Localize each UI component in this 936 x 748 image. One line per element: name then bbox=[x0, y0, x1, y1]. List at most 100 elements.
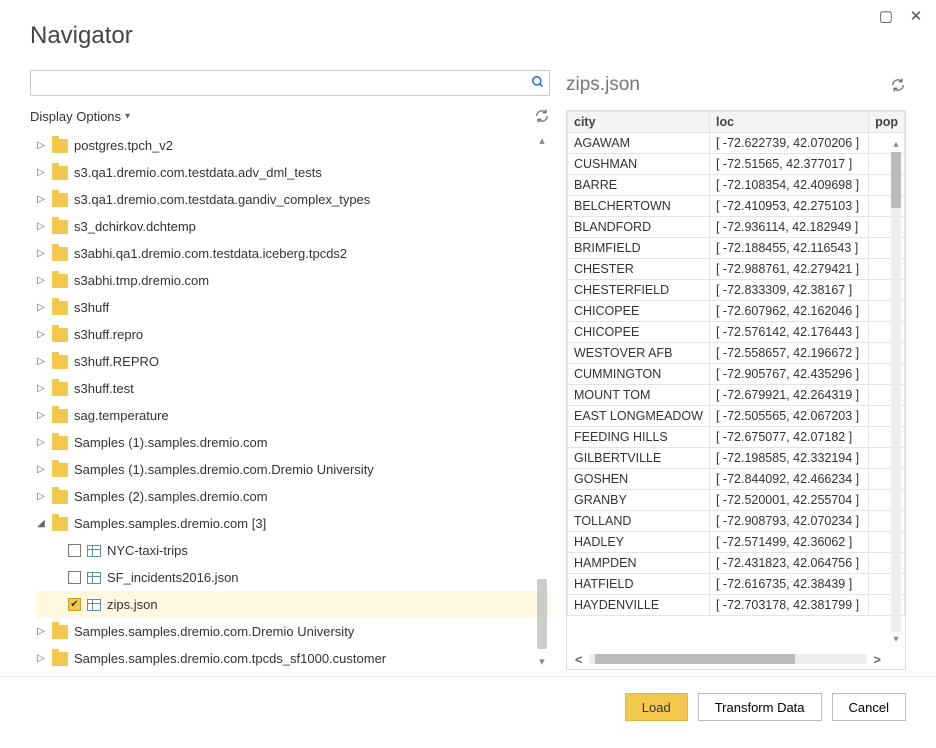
window-maximize-icon[interactable]: ▢ bbox=[878, 8, 894, 24]
expand-caret-icon[interactable]: ▷ bbox=[36, 410, 46, 421]
tree-folder-item[interactable]: ▷sag.temperature bbox=[36, 402, 550, 429]
source-tree[interactable]: ▷postgres.tpch_v2▷s3.qa1.dremio.com.test… bbox=[30, 132, 550, 670]
expand-caret-icon[interactable]: ▷ bbox=[36, 194, 46, 205]
scroll-right-icon[interactable]: > bbox=[867, 652, 887, 667]
tree-folder-item[interactable]: ▷Samples.samples.dremio.com.tpcds_sf1000… bbox=[36, 645, 550, 670]
expand-caret-icon[interactable]: ▷ bbox=[36, 491, 46, 502]
table-row[interactable]: EAST LONGMEADOW[ -72.505565, 42.067203 ] bbox=[568, 406, 905, 427]
tree-table-item[interactable]: zips.json bbox=[36, 591, 550, 618]
table-row[interactable]: CUMMINGTON[ -72.905767, 42.435296 ] bbox=[568, 364, 905, 385]
table-row[interactable]: CHICOPEE[ -72.607962, 42.162046 ] bbox=[568, 301, 905, 322]
select-checkbox[interactable] bbox=[68, 571, 81, 584]
expand-caret-icon[interactable]: ▷ bbox=[36, 653, 46, 664]
scroll-up-icon[interactable]: ▴ bbox=[539, 134, 545, 147]
table-row[interactable]: AGAWAM[ -72.622739, 42.070206 ] bbox=[568, 133, 905, 154]
scroll-left-icon[interactable]: < bbox=[569, 652, 589, 667]
scroll-down-icon[interactable]: ▾ bbox=[893, 634, 898, 645]
search-input[interactable] bbox=[37, 75, 531, 92]
refresh-icon[interactable] bbox=[534, 108, 550, 124]
table-row[interactable]: WESTOVER AFB[ -72.558657, 42.196672 ] bbox=[568, 343, 905, 364]
search-icon[interactable] bbox=[531, 75, 545, 92]
table-row[interactable]: HADLEY[ -72.571499, 42.36062 ] bbox=[568, 532, 905, 553]
expand-caret-icon[interactable]: ▷ bbox=[36, 248, 46, 259]
scrollbar-thumb[interactable] bbox=[537, 579, 547, 649]
tree-item-label: Samples (1).samples.dremio.com.Dremio Un… bbox=[74, 462, 374, 477]
tree-item-label: Samples.samples.dremio.com [3] bbox=[74, 516, 266, 531]
table-row[interactable]: HAMPDEN[ -72.431823, 42.064756 ] bbox=[568, 553, 905, 574]
select-checkbox[interactable] bbox=[68, 598, 81, 611]
cell-loc: [ -72.833309, 42.38167 ] bbox=[709, 280, 868, 301]
tree-table-item[interactable]: SF_incidents2016.json bbox=[36, 564, 550, 591]
tree-folder-item[interactable]: ▷ Samples (1).samples.dremio.com.Dremio U… bbox=[36, 456, 550, 483]
expand-caret-icon[interactable]: ▷ bbox=[36, 167, 46, 178]
preview-refresh-icon[interactable] bbox=[890, 77, 906, 93]
expand-caret-icon[interactable]: ▷ bbox=[36, 356, 46, 367]
tree-folder-item[interactable]: ▷s3huff.repro bbox=[36, 321, 550, 348]
table-row[interactable]: GOSHEN[ -72.844092, 42.466234 ] bbox=[568, 469, 905, 490]
table-row[interactable]: GILBERTVILLE[ -72.198585, 42.332194 ] bbox=[568, 448, 905, 469]
tree-folder-item[interactable]: ▷s3abhi.qa1.dremio.com.testdata.iceberg.… bbox=[36, 240, 550, 267]
cancel-button[interactable]: Cancel bbox=[832, 693, 906, 721]
table-row[interactable]: MOUNT TOM[ -72.679921, 42.264319 ] bbox=[568, 385, 905, 406]
table-row[interactable]: CHESTERFIELD[ -72.833309, 42.38167 ] bbox=[568, 280, 905, 301]
search-box[interactable] bbox=[30, 70, 550, 96]
table-row[interactable]: CUSHMAN[ -72.51565, 42.377017 ] bbox=[568, 154, 905, 175]
cell-loc: [ -72.51565, 42.377017 ] bbox=[709, 154, 868, 175]
tree-folder-item[interactable]: ▷Samples (1).samples.dremio.com bbox=[36, 429, 550, 456]
tree-folder-item[interactable]: ▷postgres.tpch_v2 bbox=[36, 132, 550, 159]
expand-caret-icon[interactable]: ▷ bbox=[36, 302, 46, 313]
preview-hscrollbar[interactable]: < > bbox=[569, 651, 887, 667]
scrollbar-thumb[interactable] bbox=[595, 654, 795, 664]
preview-vscrollbar[interactable]: ▴ ▾ bbox=[889, 139, 903, 645]
tree-item-label: SF_incidents2016.json bbox=[107, 570, 239, 585]
column-header-city[interactable]: city bbox=[568, 112, 710, 133]
tree-folder-item[interactable]: ▷Samples.samples.dremio.com.Dremio Unive… bbox=[36, 618, 550, 645]
scroll-up-icon[interactable]: ▴ bbox=[893, 139, 898, 150]
table-row[interactable]: TOLLAND[ -72.908793, 42.070234 ] bbox=[568, 511, 905, 532]
tree-scrollbar[interactable]: ▴ ▾ bbox=[534, 132, 550, 670]
cell-city: BELCHERTOWN bbox=[568, 196, 710, 217]
expand-caret-icon[interactable]: ▷ bbox=[36, 626, 46, 637]
table-row[interactable]: FEEDING HILLS[ -72.675077, 42.07182 ] bbox=[568, 427, 905, 448]
table-row[interactable]: BRIMFIELD[ -72.188455, 42.116543 ] bbox=[568, 238, 905, 259]
table-row[interactable]: BLANDFORD[ -72.936114, 42.182949 ] bbox=[568, 217, 905, 238]
tree-folder-item[interactable]: ▷s3huff.REPRO bbox=[36, 348, 550, 375]
tree-table-item[interactable]: NYC-taxi-trips bbox=[36, 537, 550, 564]
expand-caret-icon[interactable]: ▷ bbox=[36, 383, 46, 394]
table-row[interactable]: CHICOPEE[ -72.576142, 42.176443 ] bbox=[568, 322, 905, 343]
preview-grid[interactable]: citylocpop AGAWAM[ -72.622739, 42.070206… bbox=[567, 111, 905, 616]
tree-folder-item[interactable]: ◢ Samples.samples.dremio.com [3] bbox=[36, 510, 550, 537]
table-row[interactable]: BARRE[ -72.108354, 42.409698 ] bbox=[568, 175, 905, 196]
tree-folder-item[interactable]: ▷s3_dchirkov.dchtemp bbox=[36, 213, 550, 240]
column-header-pop[interactable]: pop bbox=[869, 112, 905, 133]
tree-folder-item[interactable]: ▷s3huff bbox=[36, 294, 550, 321]
window-close-icon[interactable]: ✕ bbox=[908, 8, 924, 24]
table-row[interactable]: GRANBY[ -72.520001, 42.255704 ] bbox=[568, 490, 905, 511]
column-header-loc[interactable]: loc bbox=[709, 112, 868, 133]
folder-icon bbox=[52, 166, 68, 180]
scroll-down-icon[interactable]: ▾ bbox=[539, 655, 545, 668]
tree-folder-item[interactable]: ▷s3.qa1.dremio.com.testdata.adv_dml_test… bbox=[36, 159, 550, 186]
expand-caret-icon[interactable]: ▷ bbox=[36, 329, 46, 340]
expand-caret-icon[interactable]: ▷ bbox=[36, 275, 46, 286]
expand-caret-icon[interactable]: ◢ bbox=[36, 518, 46, 529]
expand-caret-icon[interactable]: ▷ bbox=[36, 437, 46, 448]
tree-folder-item[interactable]: ▷Samples (2).samples.dremio.com bbox=[36, 483, 550, 510]
folder-icon bbox=[52, 436, 68, 450]
load-button[interactable]: Load bbox=[625, 693, 688, 721]
scrollbar-thumb[interactable] bbox=[891, 152, 901, 208]
display-options-dropdown[interactable]: Display Options ▾ bbox=[30, 109, 130, 124]
tree-folder-item[interactable]: ▷s3.qa1.dremio.com.testdata.gandiv_compl… bbox=[36, 186, 550, 213]
expand-caret-icon[interactable]: ▷ bbox=[36, 221, 46, 232]
table-row[interactable]: BELCHERTOWN[ -72.410953, 42.275103 ] bbox=[568, 196, 905, 217]
tree-folder-item[interactable]: ▷s3huff.test bbox=[36, 375, 550, 402]
cell-loc: [ -72.108354, 42.409698 ] bbox=[709, 175, 868, 196]
table-row[interactable]: HATFIELD[ -72.616735, 42.38439 ] bbox=[568, 574, 905, 595]
table-row[interactable]: CHESTER[ -72.988761, 42.279421 ] bbox=[568, 259, 905, 280]
tree-folder-item[interactable]: ▷s3abhi.tmp.dremio.com bbox=[36, 267, 550, 294]
transform-data-button[interactable]: Transform Data bbox=[698, 693, 822, 721]
expand-caret-icon[interactable]: ▷ bbox=[36, 140, 46, 151]
select-checkbox[interactable] bbox=[68, 544, 81, 557]
table-row[interactable]: HAYDENVILLE[ -72.703178, 42.381799 ] bbox=[568, 595, 905, 616]
expand-caret-icon[interactable]: ▷ bbox=[36, 464, 46, 475]
